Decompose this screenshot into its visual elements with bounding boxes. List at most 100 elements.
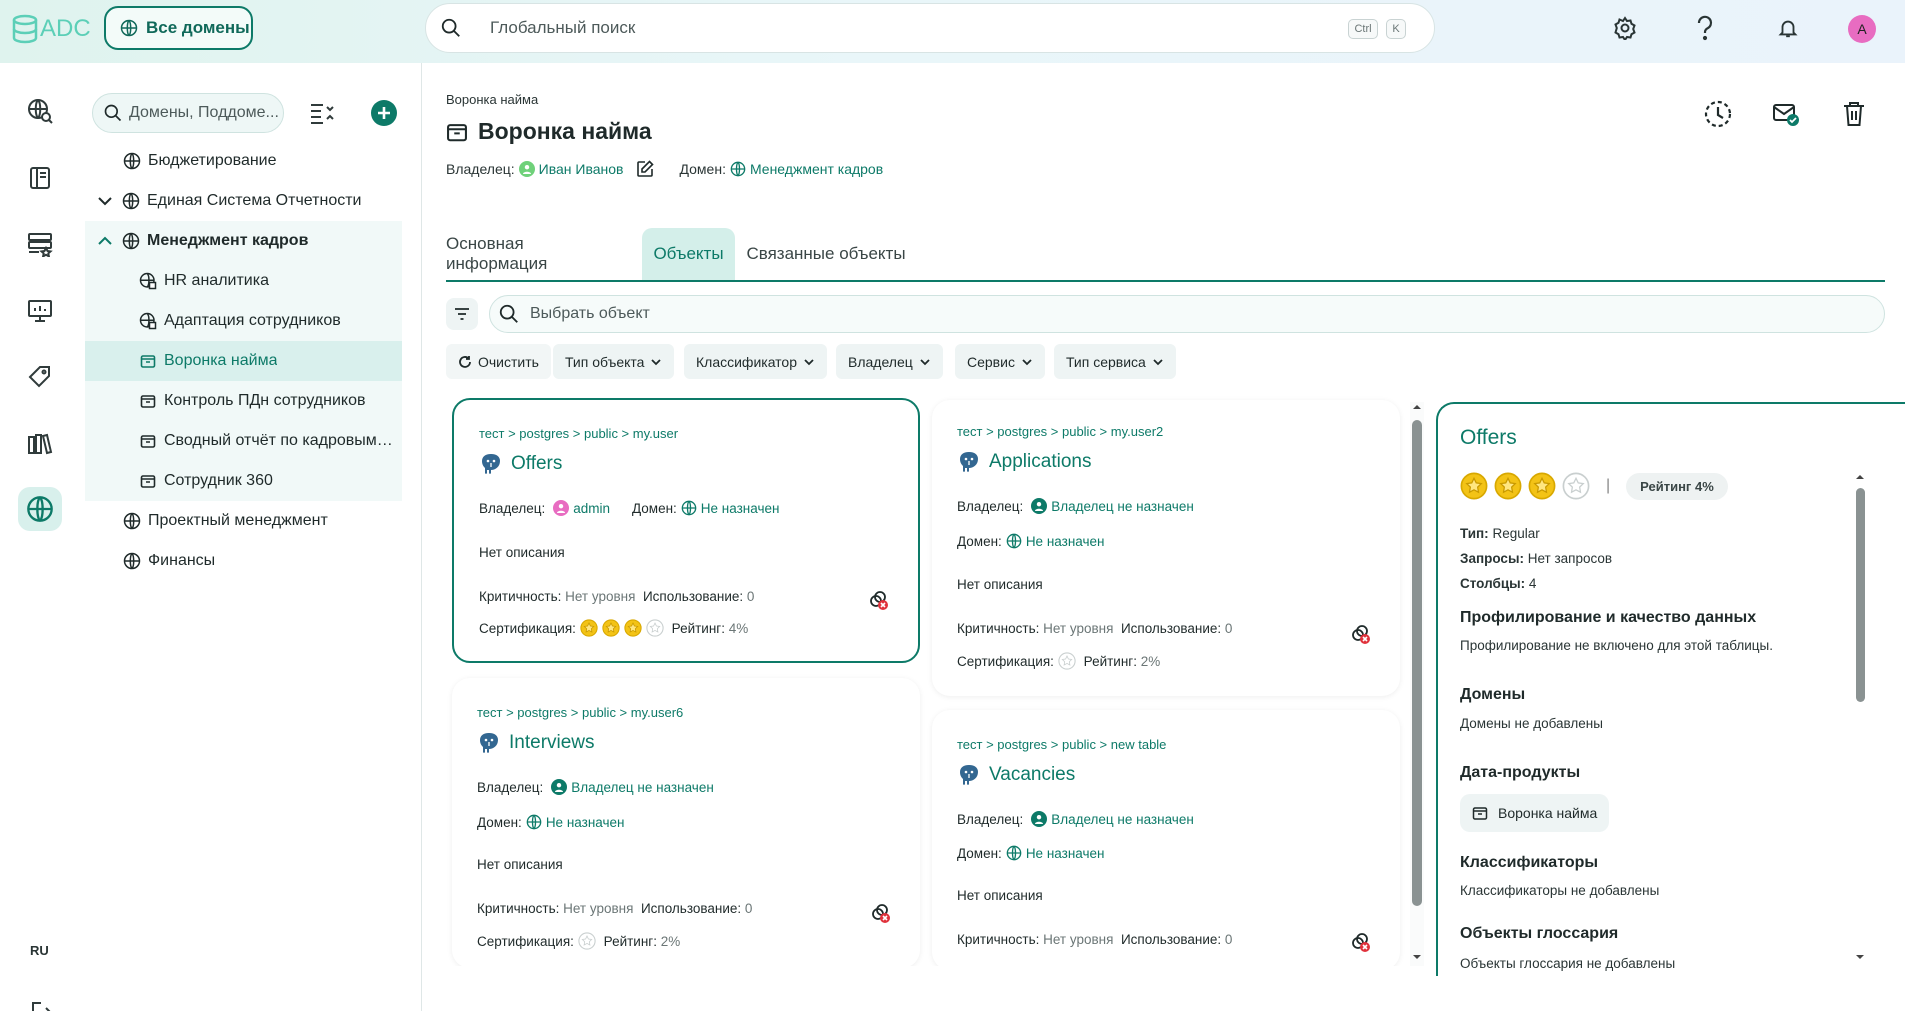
tree-item-project-management[interactable]: Проектный менеджмент: [85, 501, 402, 541]
dataproduct-chip[interactable]: Воронка найма: [1460, 794, 1610, 832]
detail-title[interactable]: Offers: [1460, 426, 1517, 450]
domain-link[interactable]: Не назначен: [1026, 534, 1105, 549]
tab-related-objects[interactable]: Связанные объекты: [746, 228, 906, 280]
domain-link[interactable]: Не назначен: [701, 501, 780, 516]
filter-owner[interactable]: Владелец: [836, 344, 943, 379]
domain-link[interactable]: Не назначен: [546, 815, 625, 830]
certification-star-filled-icon: [1528, 472, 1556, 500]
tabs: Основная информация Объекты Связанные об…: [446, 228, 1885, 282]
delete-trash-icon[interactable]: [1838, 98, 1870, 130]
tree-item-label: Адаптация сотрудников: [164, 312, 341, 329]
globe-search-icon[interactable]: [18, 89, 62, 133]
chevron-down-icon[interactable]: [95, 191, 115, 211]
settings-icon[interactable]: [1611, 14, 1639, 42]
tree-item-finance[interactable]: Финансы: [85, 541, 402, 581]
object-path[interactable]: тест > postgres > public > my.user6: [477, 705, 683, 720]
all-domains-button[interactable]: Все домены: [104, 6, 253, 50]
filter-classifier[interactable]: Классификатор: [684, 344, 828, 379]
owner-link[interactable]: Владелец не назначен: [1051, 499, 1194, 514]
subscribe-mail-icon[interactable]: [1770, 98, 1802, 130]
filter-toggle-button[interactable]: [446, 298, 478, 330]
queries-label: Запросы:: [1460, 551, 1524, 566]
edit-owner-icon[interactable]: [636, 160, 654, 178]
detail-scrollbar[interactable]: [1853, 472, 1867, 962]
catalog-book-icon[interactable]: [18, 156, 62, 200]
tag-icon[interactable]: [18, 355, 62, 399]
owner-link[interactable]: Иван Иванов: [539, 161, 624, 177]
objects-scroll-thumb[interactable]: [1412, 420, 1422, 906]
owner-link[interactable]: Владелец не назначен: [1051, 812, 1194, 827]
detail-scroll-thumb[interactable]: [1856, 488, 1865, 702]
data-quality-error-icon[interactable]: [1350, 932, 1372, 954]
library-icon[interactable]: [18, 422, 62, 466]
object-card[interactable]: тест > postgres > public > my.user6 Inte…: [452, 678, 920, 968]
data-quality-error-icon[interactable]: [868, 590, 890, 612]
notifications-bell-icon[interactable]: [1774, 14, 1802, 42]
filter-service[interactable]: Сервис: [955, 344, 1045, 379]
object-description: Нет описания: [479, 545, 565, 560]
user-avatar[interactable]: A: [1848, 15, 1876, 43]
tab-objects[interactable]: Объекты: [642, 228, 735, 280]
tree-item-pdn-control[interactable]: Контроль ПДн сотрудников: [85, 381, 402, 421]
tree-item-hiring-funnel[interactable]: Воронка найма: [85, 341, 402, 381]
object-path[interactable]: тест > postgres > public > my.user2: [957, 424, 1163, 439]
chip-label: Классификатор: [696, 353, 798, 370]
owner-link[interactable]: Владелец не назначен: [571, 780, 714, 795]
object-search-input[interactable]: Выбрать объект: [489, 295, 1885, 333]
tree-item-employee-360[interactable]: Сотрудник 360: [85, 461, 402, 501]
object-name[interactable]: Vacancies: [957, 763, 1075, 787]
tree-item-label: Единая Система Отчетности: [147, 192, 362, 209]
chevron-up-icon[interactable]: [95, 231, 115, 251]
rating-label: Рейтинг:: [603, 933, 657, 949]
object-path[interactable]: тест > postgres > public > my.user: [479, 426, 678, 441]
certification-star-filled-icon: [580, 619, 598, 637]
breadcrumb[interactable]: Воронка найма: [446, 92, 538, 107]
object-name[interactable]: Applications: [957, 450, 1091, 474]
object-path[interactable]: тест > postgres > public > new table: [957, 737, 1166, 752]
data-products-icon[interactable]: [18, 222, 62, 266]
tree-item-hr-management[interactable]: Менеджмент кадров: [85, 221, 402, 261]
certification-stars: [580, 619, 668, 637]
detail-queries: Запросы: Нет запросов: [1460, 551, 1612, 566]
clear-filters-button[interactable]: Очистить: [446, 344, 551, 379]
globe-icon: [681, 500, 697, 516]
object-name[interactable]: Interviews: [477, 731, 595, 755]
data-quality-error-icon[interactable]: [870, 903, 892, 925]
collapse-all-icon[interactable]: [309, 101, 335, 125]
object-card[interactable]: тест > postgres > public > my.user Offer…: [452, 398, 920, 663]
tree-search-input[interactable]: Домены, Поддоме...: [92, 93, 284, 133]
domain-link[interactable]: Не назначен: [1026, 846, 1105, 861]
object-description: Нет описания: [957, 577, 1043, 592]
object-card[interactable]: тест > postgres > public > my.user2 Appl…: [932, 400, 1400, 696]
object-domain-line: Домен: Не назначен: [957, 533, 1105, 549]
tree-item-onboarding[interactable]: Адаптация сотрудников: [85, 301, 402, 341]
criticality-label: Критичность:: [957, 932, 1040, 947]
language-switcher[interactable]: RU: [30, 943, 49, 958]
filter-object-type[interactable]: Тип объекта: [553, 344, 675, 379]
tree-item-budgeting[interactable]: Бюджетирование: [85, 141, 402, 181]
tree-item-summary-report[interactable]: Сводный отчёт по кадровым ...: [85, 421, 402, 461]
object-card[interactable]: тест > postgres > public > new table Vac…: [932, 710, 1400, 970]
logout-icon[interactable]: [18, 990, 62, 1011]
add-domain-button[interactable]: [370, 99, 398, 127]
domain-link[interactable]: Менеджмент кадров: [750, 161, 883, 177]
certification-star-filled-icon: [1494, 472, 1522, 500]
help-icon[interactable]: [1691, 14, 1719, 42]
object-name[interactable]: Offers: [479, 452, 562, 476]
plus-circle-icon: [371, 100, 397, 126]
app-logo[interactable]: ADC: [12, 14, 91, 44]
object-domain-line: Домен: Не назначен: [477, 814, 625, 830]
global-search[interactable]: Глобальный поиск Ctrl K: [425, 3, 1435, 53]
monitor-icon[interactable]: [18, 289, 62, 333]
history-clock-icon[interactable]: [1702, 98, 1734, 130]
tree-item-hr-analytics[interactable]: HR аналитика: [85, 261, 402, 301]
data-quality-error-icon[interactable]: [1350, 624, 1372, 646]
object-owner-line: Владелец: admin Домен: Не назначен: [479, 500, 779, 516]
domains-globe-icon[interactable]: [18, 487, 62, 531]
tree-item-reporting-system[interactable]: Единая Система Отчетности: [85, 181, 402, 221]
filter-service-type[interactable]: Тип сервиса: [1054, 344, 1176, 379]
left-rail: RU: [0, 63, 82, 1011]
owner-link[interactable]: admin: [573, 501, 610, 516]
objects-scrollbar[interactable]: [1410, 402, 1424, 966]
tab-main-info[interactable]: Основная информация: [446, 228, 606, 280]
